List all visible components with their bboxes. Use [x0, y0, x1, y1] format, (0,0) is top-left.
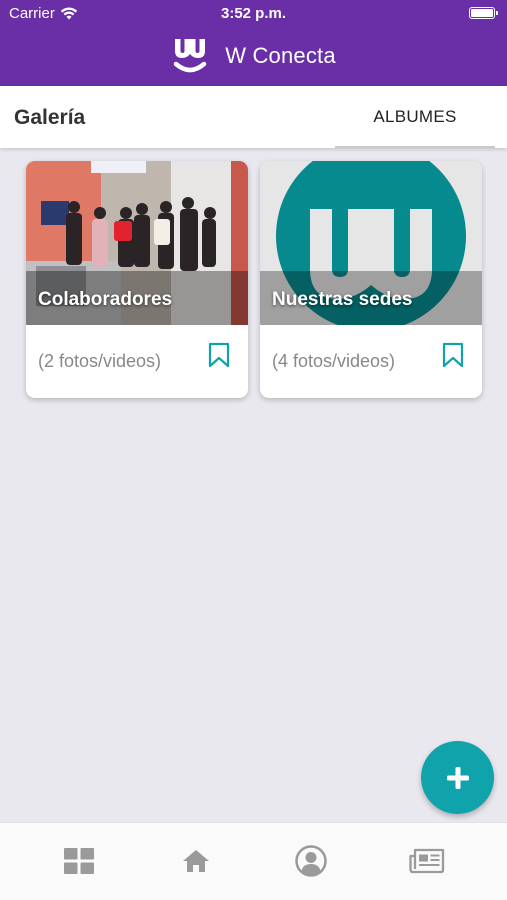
home-icon — [183, 850, 209, 872]
album-title: Nuestras sedes — [272, 289, 413, 310]
app-header: W Conecta — [0, 26, 507, 86]
album-item-count: (2 fotos/videos) — [38, 351, 162, 371]
bookmark-icon[interactable] — [442, 342, 464, 368]
album-footer: (4 fotos/videos) — [260, 325, 482, 398]
page-title: Galería — [14, 106, 86, 129]
tab-albumes[interactable]: ALBUMES — [335, 86, 495, 148]
status-bar: Carrier 3:52 p.m. — [0, 0, 507, 26]
nav-item-grid[interactable] — [59, 841, 99, 881]
album-footer: (2 fotos/videos) — [26, 325, 248, 398]
album-card-colaboradores[interactable]: Colaboradores (2 fotos/videos) — [26, 161, 248, 398]
tab-indicator — [335, 146, 495, 148]
w-conecta-logo-icon — [173, 39, 207, 73]
newspaper-icon — [409, 848, 445, 874]
app-title: W Conecta — [225, 43, 336, 68]
battery-icon — [469, 7, 498, 19]
nav-item-news[interactable] — [407, 841, 447, 881]
album-cover-image: Colaboradores — [26, 161, 248, 325]
add-button[interactable] — [421, 741, 494, 814]
nav-item-profile[interactable] — [291, 841, 331, 881]
nav-item-home[interactable] — [176, 841, 216, 881]
album-card-nuestras-sedes[interactable]: Nuestras sedes (4 fotos/videos) — [260, 161, 482, 398]
plus-icon — [446, 766, 469, 789]
album-cover-image: Nuestras sedes — [260, 161, 482, 325]
gallery-tabs-bar: Galería ALBUMES — [0, 86, 507, 148]
bookmark-icon[interactable] — [208, 342, 230, 368]
grid-icon — [64, 848, 94, 874]
album-item-count: (4 fotos/videos) — [272, 351, 396, 371]
album-title: Colaboradores — [38, 289, 173, 310]
bottom-navigation — [0, 822, 507, 900]
user-icon — [295, 845, 327, 877]
status-time: 3:52 p.m. — [220, 5, 287, 22]
